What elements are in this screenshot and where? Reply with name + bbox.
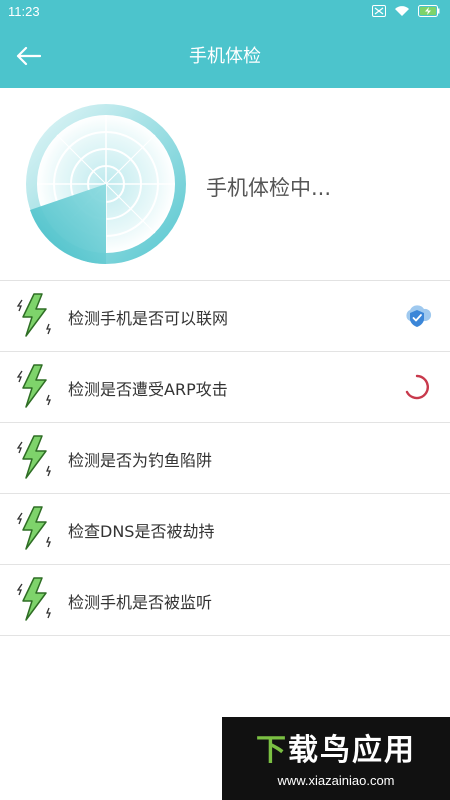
check-label: 检测手机是否可以联网	[68, 309, 229, 328]
watermark-url: www.xiazainiao.com	[277, 773, 395, 788]
check-item-phishing: 检测是否为钓鱼陷阱	[0, 423, 450, 494]
lightning-bolt-icon	[16, 577, 51, 621]
check-item-dns: 检查DNS是否被劫持	[0, 494, 450, 565]
wifi-icon	[395, 6, 409, 16]
battery-charging-icon	[418, 5, 440, 17]
check-label: 检测是否遭受ARP攻击	[68, 380, 228, 399]
check-item-arp: 检测是否遭受ARP攻击	[0, 352, 450, 423]
check-list: 检测手机是否可以联网 检测是否遭受ARP攻击 检测是否为钓鱼陷阱 检查DNS是否…	[0, 281, 450, 636]
check-label: 检测手机是否被监听	[68, 593, 213, 612]
status-bar: 11:23	[0, 0, 450, 24]
check-label: 检测是否为钓鱼陷阱	[68, 451, 213, 470]
lightning-bolt-icon	[16, 506, 51, 550]
status-time: 11:23	[8, 4, 40, 19]
lightning-bolt-icon	[16, 293, 51, 337]
status-icons	[372, 5, 440, 17]
notification-off-icon	[372, 5, 386, 17]
shield-check-icon	[406, 305, 432, 327]
loading-spinner-icon	[405, 374, 429, 400]
app-bar: 手机体检	[0, 24, 450, 88]
scan-status-text: 手机体检中...	[206, 176, 332, 200]
check-item-monitoring: 检测手机是否被监听	[0, 565, 450, 636]
watermark: 下载鸟应用 www.xiazainiao.com	[222, 717, 450, 800]
radar-scan-icon	[26, 104, 186, 265]
lightning-bolt-icon	[16, 435, 51, 479]
lightning-bolt-icon	[16, 364, 51, 408]
watermark-title: 下载鸟应用	[256, 733, 416, 768]
page-title: 手机体检	[189, 46, 261, 67]
scan-area: 手机体检中...	[0, 88, 450, 280]
check-item-network: 检测手机是否可以联网	[0, 281, 450, 352]
check-label: 检查DNS是否被劫持	[68, 522, 215, 541]
